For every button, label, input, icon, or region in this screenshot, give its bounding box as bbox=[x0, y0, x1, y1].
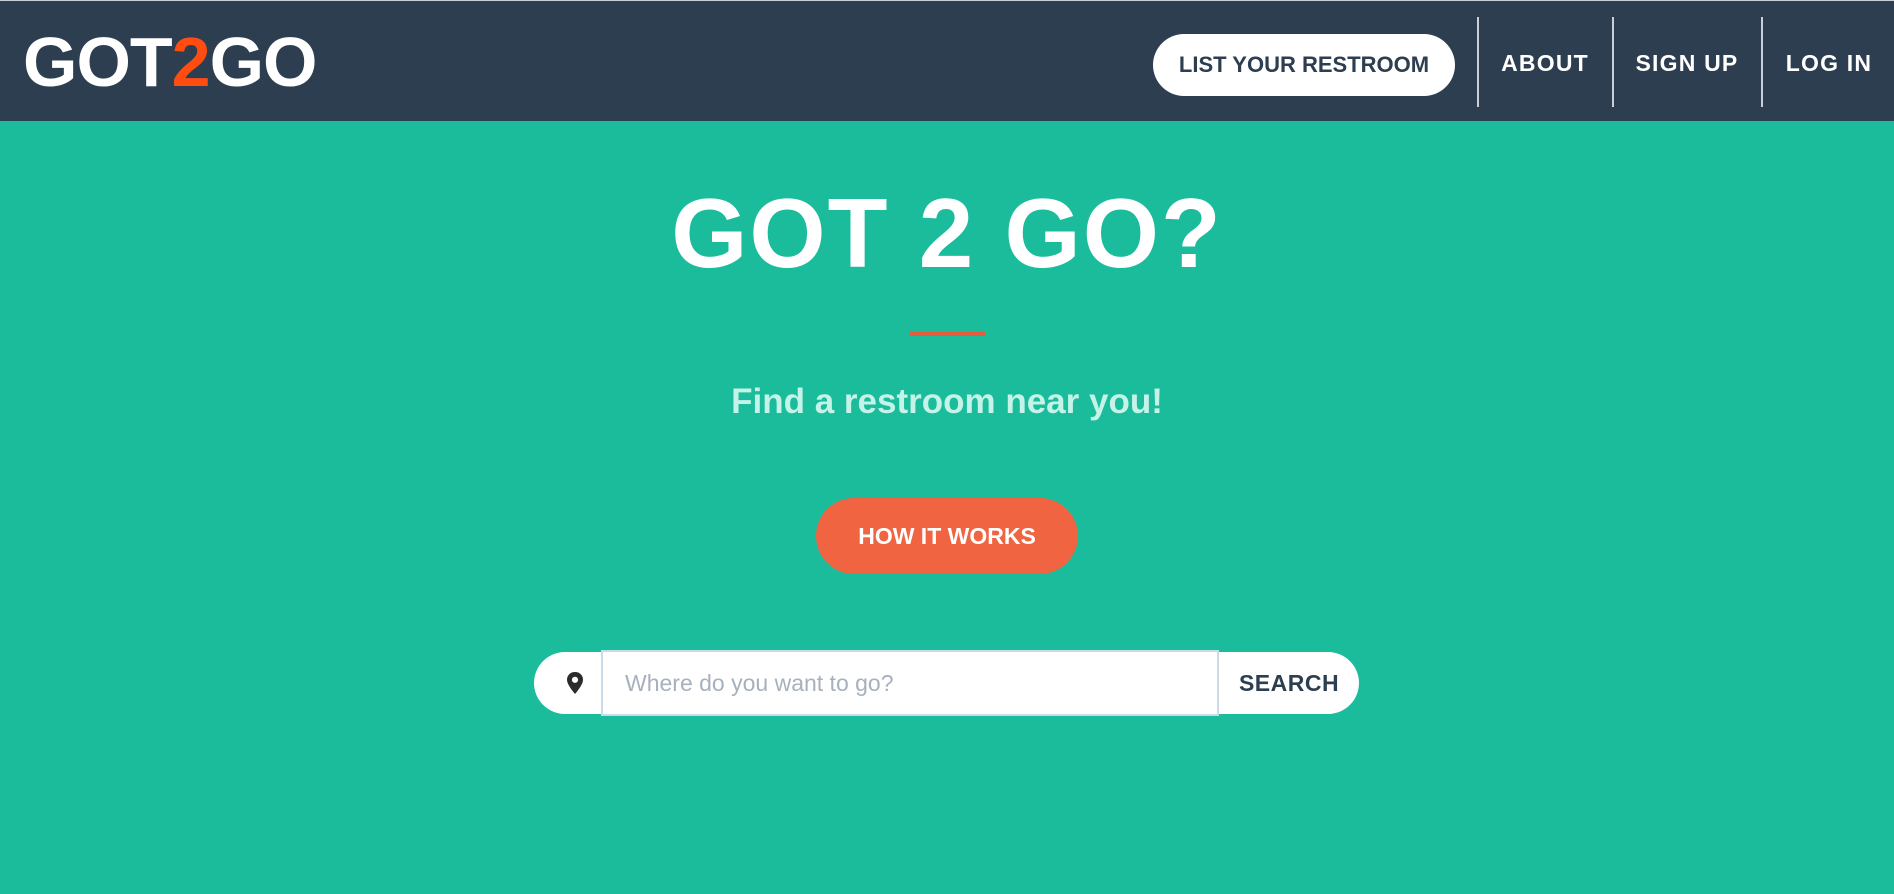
nav-divider bbox=[1477, 17, 1479, 107]
nav-about-link[interactable]: ABOUT bbox=[1500, 49, 1590, 77]
nav-log-in-link[interactable]: LOG IN bbox=[1782, 49, 1876, 77]
brand-logo-number: 2 bbox=[171, 23, 211, 101]
nav-divider bbox=[1612, 17, 1614, 107]
search-input[interactable] bbox=[601, 650, 1219, 716]
map-pin-icon bbox=[565, 671, 585, 695]
search-button[interactable]: SEARCH bbox=[1219, 652, 1359, 714]
brand-logo-suffix: GO bbox=[209, 23, 318, 101]
top-navbar: GOT2GO LIST YOUR RESTROOM ABOUT SIGN UP … bbox=[0, 0, 1894, 121]
brand-logo[interactable]: GOT2GO bbox=[23, 25, 317, 99]
hero-divider bbox=[910, 332, 985, 336]
brand-logo-prefix: GOT bbox=[23, 23, 173, 101]
nav-divider bbox=[1761, 17, 1763, 107]
list-your-restroom-button[interactable]: LIST YOUR RESTROOM bbox=[1153, 34, 1455, 96]
search-bar: SEARCH bbox=[534, 650, 1359, 716]
hero-subtitle: Find a restroom near you! bbox=[731, 382, 1163, 421]
nav-sign-up-link[interactable]: SIGN UP bbox=[1630, 49, 1744, 77]
landing-page: GOT2GO LIST YOUR RESTROOM ABOUT SIGN UP … bbox=[0, 0, 1894, 894]
hero-title: GOT 2 GO? bbox=[671, 178, 1223, 288]
how-it-works-button[interactable]: HOW IT WORKS bbox=[816, 498, 1078, 574]
